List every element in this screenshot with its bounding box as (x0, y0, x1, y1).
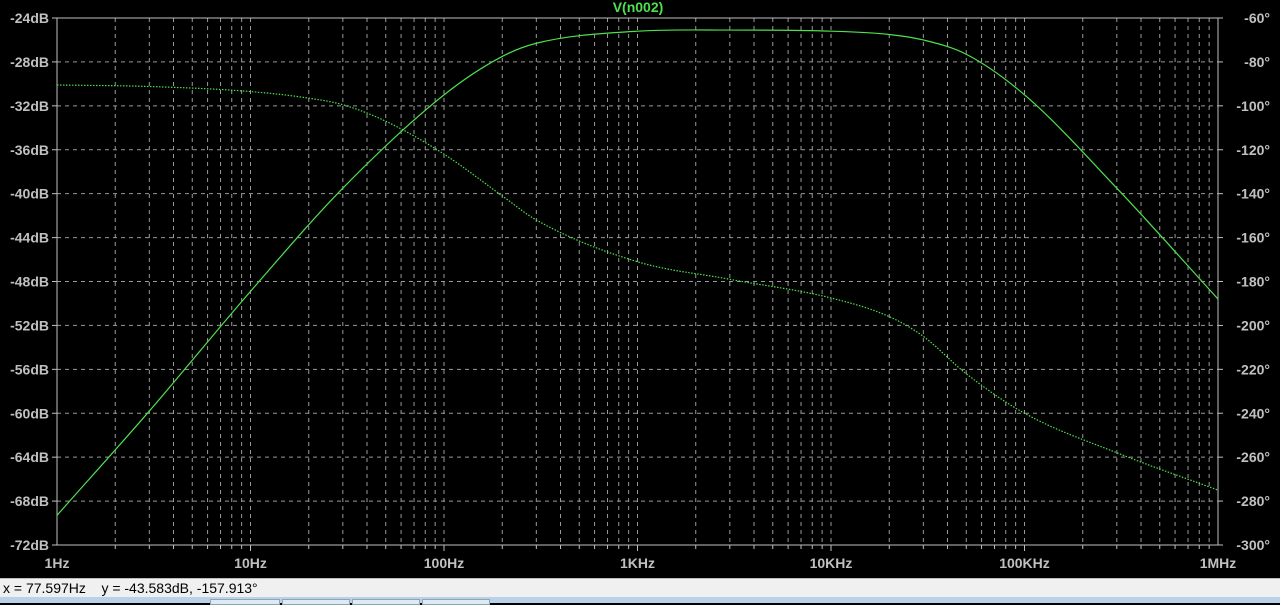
x-tick-label: 10Hz (234, 555, 267, 571)
y-right-tick-label: -220° (1236, 361, 1270, 377)
cursor-readout: x = 77.597Hz y = -43.583dB, -157.913° (0, 578, 1280, 597)
y-right-tick-label: -300° (1236, 537, 1270, 553)
y-left-tick-label: -52dB (10, 317, 49, 333)
y-left-tick-label: -36dB (10, 142, 49, 158)
y-right-tick-label: -100° (1236, 98, 1270, 114)
y-left-tick-label: -72dB (10, 537, 49, 553)
y-right-tick-label: -160° (1236, 230, 1270, 246)
y-right-tick-label: -240° (1236, 405, 1270, 421)
taskbar-button[interactable] (210, 599, 280, 605)
x-tick-label: 1Hz (45, 555, 70, 571)
chart-title[interactable]: V(n002) (613, 0, 664, 15)
y-left-tick-label: -60dB (10, 405, 49, 421)
y-right-tick-label: -180° (1236, 274, 1270, 290)
y-left-tick-label: -48dB (10, 274, 49, 290)
y-right-tick-label: -60° (1244, 10, 1270, 26)
y-left-tick-label: -64dB (10, 449, 49, 465)
y-left-tick-label: -40dB (10, 186, 49, 202)
y-left-tick-label: -32dB (10, 98, 49, 114)
taskbar-button[interactable] (282, 599, 350, 605)
taskbar (0, 597, 1280, 603)
grid (57, 18, 1218, 545)
taskbar-button[interactable] (352, 599, 420, 605)
taskbar-button[interactable] (422, 599, 490, 605)
y-left-tick-label: -28dB (10, 54, 49, 70)
y-right-tick-label: -80° (1244, 54, 1270, 70)
y-right-tick-label: -140° (1236, 186, 1270, 202)
y-right-tick-label: -120° (1236, 142, 1270, 158)
bode-plot[interactable]: V(n002) -24dB -60° -28dB -80° -32dB -100° -36d… (0, 0, 1280, 578)
x-tick-label: 10KHz (810, 555, 853, 571)
y-left-tick-label: -56dB (10, 361, 49, 377)
axes: -24dB -60° -28dB -80° -32dB -100° -36dB -120° -4… (10, 10, 1270, 571)
x-tick-label: 100KHz (999, 555, 1050, 571)
x-tick-label: 100Hz (424, 555, 464, 571)
y-left-tick-label: -24dB (10, 10, 49, 26)
y-right-tick-label: -260° (1236, 449, 1270, 465)
y-left-tick-label: -68dB (10, 493, 49, 509)
x-tick-label: 1KHz (620, 555, 655, 571)
y-right-tick-label: -200° (1236, 317, 1270, 333)
y-right-tick-label: -280° (1236, 493, 1270, 509)
x-tick-label: 1MHz (1200, 555, 1237, 571)
y-left-tick-label: -44dB (10, 230, 49, 246)
